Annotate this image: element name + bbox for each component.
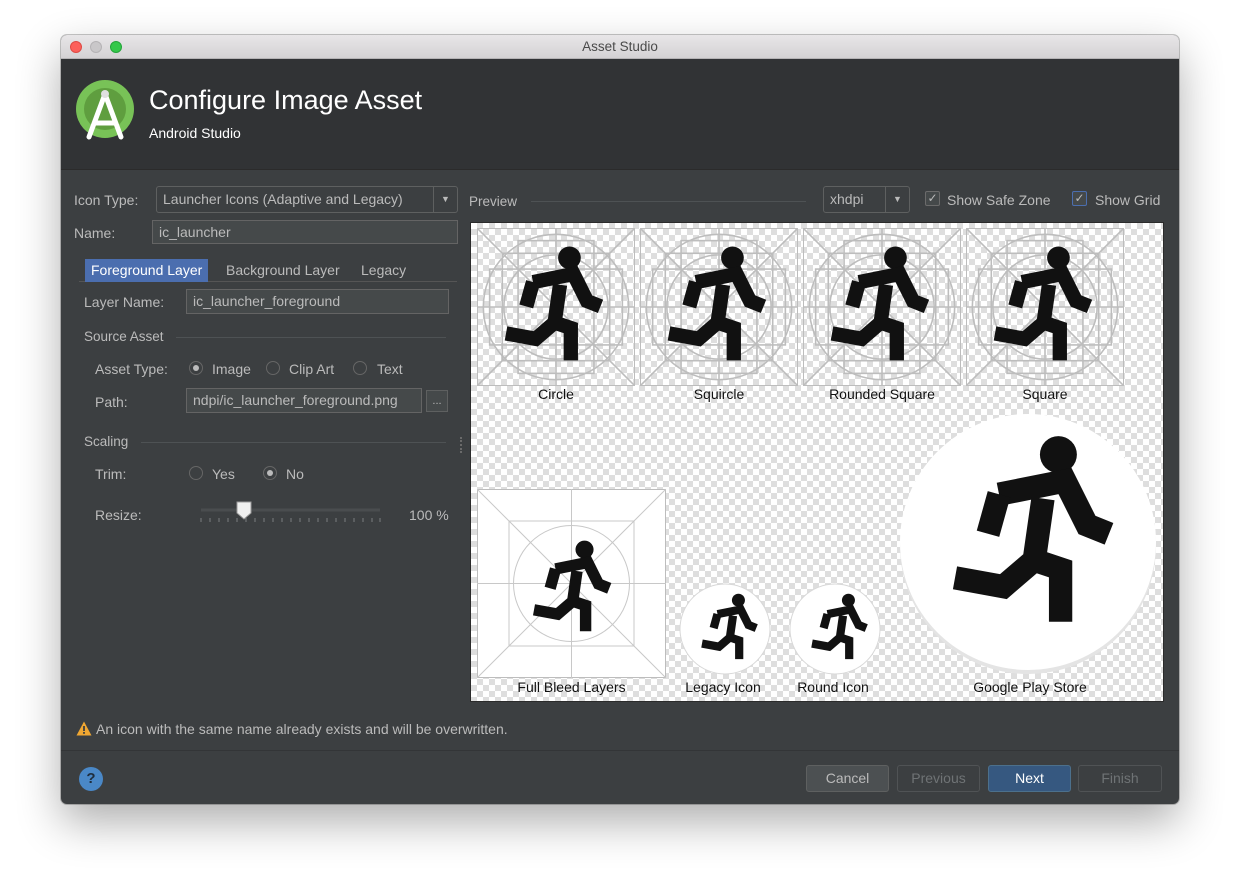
asset-type-image-radio[interactable]: [189, 361, 203, 375]
scaling-heading: Scaling: [84, 434, 129, 449]
help-button[interactable]: ?: [79, 767, 103, 791]
trim-yes-label: Yes: [212, 466, 235, 482]
tab-background-layer[interactable]: Background Layer: [220, 259, 346, 282]
asset-type-label: Asset Type:: [95, 361, 168, 377]
asset-type-text-label: Text: [377, 361, 403, 377]
cancel-button[interactable]: Cancel: [806, 765, 889, 792]
preview-canvas: Circle Squircle Rounded Square Square Fu…: [470, 222, 1164, 702]
asset-type-image-label: Image: [212, 361, 251, 377]
asset-type-clipart-radio[interactable]: [266, 361, 280, 375]
preview-play-store: [900, 414, 1156, 674]
footer-separator: [61, 750, 1179, 751]
preview-square: [966, 228, 1124, 386]
overwrite-warning: An icon with the same name already exist…: [96, 721, 508, 737]
layer-name-input[interactable]: ic_launcher_foreground: [186, 289, 449, 314]
resize-slider[interactable]: [199, 500, 382, 526]
show-grid-label: Show Grid: [1095, 192, 1161, 208]
splitter-grip-icon[interactable]: [460, 437, 462, 453]
source-asset-heading: Source Asset: [84, 329, 164, 344]
browse-path-button[interactable]: ...: [426, 390, 448, 412]
show-grid-checkbox[interactable]: ✓: [1072, 191, 1087, 206]
layer-name-label: Layer Name:: [84, 294, 165, 310]
icon-type-value: Launcher Icons (Adaptive and Legacy): [163, 191, 403, 207]
show-safe-zone-label: Show Safe Zone: [947, 192, 1051, 208]
icon-type-label: Icon Type:: [74, 192, 139, 208]
window-title: Asset Studio: [582, 39, 658, 54]
scaling-separator: [141, 442, 446, 443]
previous-button[interactable]: Previous: [897, 765, 980, 792]
zoom-window-button[interactable]: [110, 41, 122, 53]
path-label: Path:: [95, 394, 128, 410]
close-window-button[interactable]: [70, 41, 82, 53]
page-title: Configure Image Asset: [149, 85, 423, 115]
android-studio-logo-icon: [76, 80, 134, 140]
icon-type-select[interactable]: Launcher Icons (Adaptive and Legacy) ▼: [156, 186, 458, 213]
resize-label: Resize:: [95, 507, 142, 523]
next-button[interactable]: Next: [988, 765, 1071, 792]
page-subtitle: Android Studio: [149, 125, 241, 141]
wizard-header: Configure Image Asset Android Studio: [61, 59, 1179, 170]
preview-full-bleed: [477, 489, 666, 678]
density-select[interactable]: xhdpi ▼: [823, 186, 910, 213]
preview-heading: Preview: [469, 194, 518, 209]
preview-full-bleed-label: Full Bleed Layers: [517, 679, 626, 695]
preview-play-store-label: Google Play Store: [973, 679, 1087, 695]
asset-type-text-radio[interactable]: [353, 361, 367, 375]
trim-yes-radio[interactable]: [189, 466, 203, 480]
preview-round-icon: [789, 583, 881, 675]
preview-separator: [531, 201, 806, 202]
title-bar: Asset Studio: [61, 35, 1179, 59]
chevron-down-icon: ▼: [885, 187, 909, 212]
name-label: Name:: [74, 225, 116, 241]
density-value: xhdpi: [830, 191, 864, 207]
preview-rounded-square-label: Rounded Square: [829, 386, 935, 402]
finish-button[interactable]: Finish: [1078, 765, 1162, 792]
preview-rounded-square: [803, 228, 961, 386]
preview-circle: [477, 228, 635, 386]
preview-legacy-icon: [679, 583, 771, 675]
name-input[interactable]: ic_launcher: [152, 220, 458, 244]
resize-value: 100 %: [409, 507, 449, 523]
preview-round-icon-label: Round Icon: [797, 679, 869, 695]
asset-studio-window: Asset Studio Configure Image Asset Andro…: [61, 35, 1179, 804]
source-asset-separator: [176, 337, 446, 338]
preview-squircle: [640, 228, 798, 386]
trim-no-radio[interactable]: [263, 466, 277, 480]
chevron-down-icon: ▼: [433, 187, 457, 212]
path-input[interactable]: ndpi/ic_launcher_foreground.png: [186, 388, 422, 413]
warning-icon: [76, 721, 92, 736]
preview-squircle-label: Squircle: [693, 386, 745, 402]
asset-type-clipart-label: Clip Art: [289, 361, 335, 377]
preview-legacy-icon-label: Legacy Icon: [685, 679, 761, 695]
show-safe-zone-checkbox[interactable]: ✓: [925, 191, 940, 206]
preview-square-label: Square: [1022, 386, 1068, 402]
trim-label: Trim:: [95, 466, 127, 482]
minimize-window-button[interactable]: [90, 41, 102, 53]
trim-no-label: No: [286, 466, 304, 482]
tab-foreground-layer[interactable]: Foreground Layer: [85, 259, 209, 282]
slider-thumb[interactable]: [236, 501, 252, 520]
tab-legacy[interactable]: Legacy: [355, 259, 412, 282]
preview-circle-label: Circle: [538, 386, 574, 402]
